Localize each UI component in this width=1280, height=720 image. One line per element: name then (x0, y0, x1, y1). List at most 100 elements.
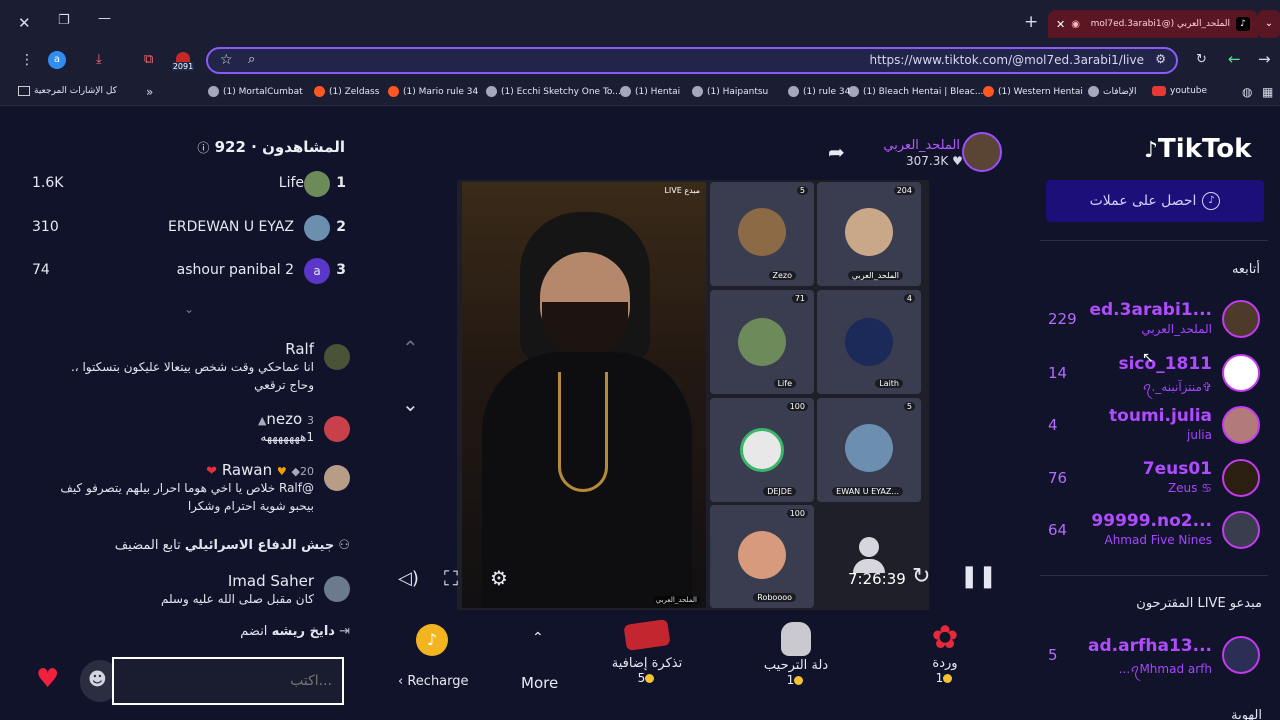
host-avatar[interactable] (962, 132, 1002, 172)
viewer-score: 310 (32, 219, 59, 235)
bookmark-item[interactable]: (1) MortalCumbat (208, 86, 303, 97)
restore-window-icon[interactable]: ❐ (58, 13, 70, 28)
bookmark-item[interactable]: (1) Mario rule 34 (388, 86, 478, 97)
suggested-item[interactable]: ad.arfha13... ...ꪖMhmad arfh 5 (1040, 636, 1270, 680)
menu-dots-icon[interactable]: ⋮ (20, 52, 34, 68)
browser-tab[interactable]: ♪ الملحد_العربي (@mol7ed.3arabi1 ◉ ✕ (1048, 10, 1258, 38)
commenter-avatar[interactable] (324, 465, 350, 491)
event-action: انضم (240, 624, 268, 639)
tiktok-logo[interactable]: ♪TikTok (1144, 134, 1251, 164)
profile-avatar[interactable]: a (48, 51, 66, 69)
following-item[interactable]: toumi.julia julia 4 (1040, 406, 1270, 450)
bookmark-item[interactable]: (1) Ecchi Sketchy One To... (486, 86, 621, 97)
bookmark-item[interactable]: الإضافات (1088, 86, 1137, 97)
gift-item[interactable]: ✿ وردة 1 (905, 618, 985, 685)
viewer-count: 229 (1048, 310, 1077, 328)
gift-item[interactable]: تذكرة إضافية 5 (600, 619, 694, 685)
like-heart-icon[interactable]: ♥ (36, 664, 59, 694)
event-user-name[interactable]: دايخ ريشه (272, 624, 335, 639)
guest-tile[interactable]: 5 EWAN U EYAZ... (817, 398, 921, 502)
fullscreen-icon[interactable]: ⛶ (444, 566, 458, 590)
new-tab-icon[interactable]: + (1024, 12, 1038, 32)
commenter-name[interactable]: Ralf (60, 340, 314, 358)
audio-playing-icon[interactable]: ◉ (1071, 19, 1080, 30)
commenter-name[interactable]: Imad Saher (60, 572, 314, 590)
more-gifts-button[interactable]: More (521, 674, 558, 692)
close-window-icon[interactable]: ✕ (18, 14, 31, 32)
following-item[interactable]: 99999.no2... Ahmad Five Nines 64 (1040, 511, 1270, 555)
forward-arrow-icon[interactable]: → (1258, 50, 1271, 68)
reddit-icon (983, 86, 994, 97)
empty-guest-slot[interactable] (817, 505, 921, 608)
recharge-button[interactable]: ‹ Recharge (398, 674, 469, 689)
address-bar[interactable]: ☆ ⌕ https://www.tiktok.com/@mol7ed.3arab… (206, 47, 1178, 74)
extension-badge-icon[interactable]: 2091 (172, 52, 194, 72)
more-bookmarks-icon[interactable]: » (146, 85, 153, 99)
globe-icon (620, 86, 631, 97)
commenter-name[interactable]: nezo (266, 410, 302, 428)
following-item[interactable]: 7eus01 Zeus ♋ 76 (1040, 459, 1270, 503)
bookmark-item[interactable]: (1) rule 34 (788, 86, 850, 97)
chevron-up-icon[interactable]: ⌃ (532, 630, 544, 646)
guest-tile[interactable]: 71 Life (710, 290, 814, 394)
globe-icon[interactable]: ◍ (1242, 85, 1252, 99)
comment-text: 1هههههههه (260, 430, 314, 444)
apps-grid-icon[interactable]: ▦ (1262, 85, 1273, 99)
guest-tile[interactable]: 100 Roboooo (710, 505, 814, 608)
guest-tile[interactable]: 100 DEJDE (710, 398, 814, 502)
guest-avatar (740, 428, 784, 472)
guest-tile[interactable]: 204 الملحد_العربي (817, 182, 921, 286)
get-coins-button[interactable]: ♪ احصل على عملات (1046, 180, 1264, 222)
bookmark-item[interactable]: (1) Haipantsu (692, 86, 768, 97)
downloads-icon[interactable]: ⤓ (96, 52, 102, 67)
back-arrow-icon[interactable]: ← (1228, 50, 1241, 68)
previous-stream-icon[interactable]: ⌃ (402, 336, 419, 360)
commenter-avatar[interactable] (324, 576, 350, 602)
bookmark-item[interactable]: (1) Western Hentai (983, 86, 1083, 97)
following-item[interactable]: ed.3arabi1... الملحد_العربي 229 (1040, 300, 1270, 344)
expand-list-icon[interactable]: ⌄ (184, 302, 194, 316)
reload-icon[interactable]: ↻ (1196, 52, 1207, 67)
all-bookmarks[interactable]: كل الإشارات المرجعية (18, 86, 117, 96)
commenter-avatar[interactable] (324, 344, 350, 370)
refresh-icon[interactable]: ↻ (912, 564, 930, 589)
info-icon[interactable]: ⓘ (197, 141, 209, 155)
volume-icon[interactable]: ◁) (398, 568, 419, 589)
guest-tile[interactable]: 5 Zezo (710, 182, 814, 286)
following-item[interactable]: sico_1811 ꪖ._منتزآنبنه✞ 14 (1040, 354, 1270, 398)
share-icon[interactable]: ➦ (828, 140, 845, 164)
bookmark-item[interactable]: youtube (1152, 86, 1207, 96)
bookmark-star-icon[interactable]: ☆ (220, 52, 233, 68)
url-text[interactable]: https://www.tiktok.com/@mol7ed.3arabi1/l… (869, 53, 1144, 67)
guest-tile[interactable]: 4 Laith (817, 290, 921, 394)
viewer-avatar (304, 171, 330, 197)
bookmark-item[interactable]: (1) Hentai (620, 86, 680, 97)
bookmark-item[interactable]: (1) Zeldass (314, 86, 379, 97)
bookmark-item[interactable]: (1) Bleach Hentai | Bleac... (848, 86, 983, 97)
extensions-icon[interactable]: ⧉ (144, 52, 153, 67)
top-viewer-row[interactable]: 1.6K Life 1 (30, 170, 350, 200)
host-name[interactable]: الملحد_العربي (860, 138, 960, 153)
top-viewer-row[interactable]: 74 ashour panibal 2 a 3 (30, 257, 350, 287)
commenter-name[interactable]: Rawan (222, 461, 272, 479)
comment-input[interactable] (112, 657, 344, 705)
close-tab-icon[interactable]: ✕ (1056, 18, 1065, 31)
gift-item[interactable]: دلة الترحيب 1 (748, 622, 844, 687)
guest-avatar (738, 531, 786, 579)
pause-icon[interactable]: ❚❚ (960, 564, 997, 589)
top-viewer-row[interactable]: 310 ERDEWAN U EYAZ 2 (30, 214, 350, 244)
settings-gear-icon[interactable]: ⚙ (490, 566, 508, 590)
guest-count: 100 (786, 402, 808, 411)
host-tag: الملحد_العربي (652, 596, 700, 604)
viewer-name: Life (278, 175, 304, 191)
us-flag-avatar[interactable] (324, 416, 350, 442)
event-user-name[interactable]: جيش الدفاع الاسرائيلي (185, 538, 334, 553)
avatar (1222, 406, 1260, 444)
stream-timer: 7:26:39 (848, 570, 906, 588)
minimize-window-icon[interactable]: — (98, 11, 111, 26)
guest-count: 4 (903, 294, 915, 303)
recharge-coin-icon[interactable]: ♪ (416, 624, 448, 656)
site-settings-icon[interactable]: ⚙ (1155, 52, 1166, 66)
next-stream-icon[interactable]: ⌄ (402, 392, 419, 416)
tab-search-icon[interactable]: ⌄ (1258, 10, 1280, 38)
